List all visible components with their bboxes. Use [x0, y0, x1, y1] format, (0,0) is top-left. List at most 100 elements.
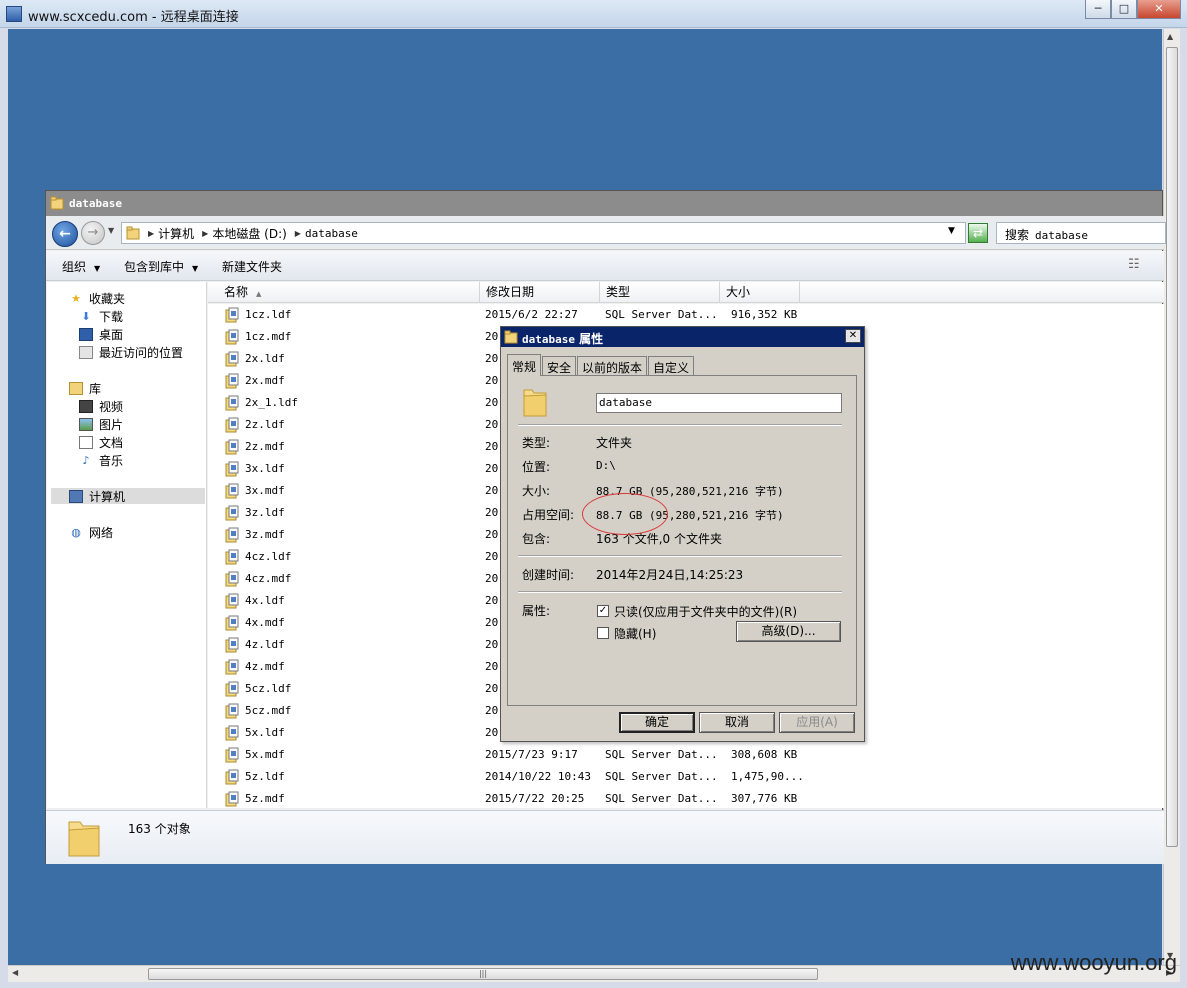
database-file-icon [225, 373, 239, 389]
cancel-button[interactable]: 取消 [699, 712, 775, 733]
database-file-icon [225, 615, 239, 631]
breadcrumb-local-disk[interactable]: 本地磁盘 (D:) [212, 225, 286, 242]
nav-favorites[interactable]: ★ 收藏夹 [69, 290, 125, 306]
nav-network[interactable]: ◍ 网络 [69, 524, 113, 540]
chevron-right-icon[interactable]: ▶ [295, 229, 301, 238]
database-file-icon [225, 791, 239, 807]
apply-button[interactable]: 应用(A) [779, 712, 855, 733]
ok-button[interactable]: 确定 [619, 712, 695, 733]
nav-libraries-label: 库 [89, 381, 102, 396]
file-name: 1cz.ldf [245, 308, 292, 321]
organize-button[interactable]: 组织 ▼ [62, 258, 100, 275]
file-row[interactable]: 1cz.ldf 2015/6/2 22:27 SQL Server Dat... 91… [208, 304, 1164, 326]
chevron-right-icon[interactable]: ▶ [202, 229, 208, 238]
column-header-type[interactable]: 类型 [600, 282, 720, 303]
hidden-checkbox[interactable] [597, 627, 609, 639]
nav-documents-label: 文档 [99, 435, 124, 450]
file-name: 5z.mdf [245, 792, 285, 805]
search-input[interactable]: 搜索 database [996, 222, 1166, 244]
database-file-icon [225, 417, 239, 433]
computer-icon [69, 489, 83, 503]
file-row[interactable]: 5z.mdf 2015/7/22 20:25 SQL Server Dat... 30… [208, 788, 1164, 808]
column-header-date[interactable]: 修改日期 [480, 282, 600, 303]
include-library-button[interactable]: 包含到库中 ▼ [124, 258, 198, 275]
search-placeholder-value: database [1035, 229, 1088, 242]
minimize-button[interactable]: ─ [1085, 0, 1111, 19]
nav-pictures[interactable]: 图片 [79, 416, 123, 432]
scroll-left-icon[interactable]: ◀ [12, 968, 18, 977]
library-icon [69, 381, 83, 395]
recent-places-icon [79, 345, 93, 359]
file-name: 5z.ldf [245, 770, 285, 783]
file-row[interactable]: 5x.mdf 2015/7/23 9:17 SQL Server Dat... 308… [208, 744, 1164, 766]
file-date: 20 [485, 528, 499, 541]
watermark: www.wooyun.org [1010, 950, 1177, 975]
file-date: 20 [485, 484, 499, 497]
view-options-icon[interactable]: ☷ [1128, 257, 1148, 273]
dialog-titlebar: database 属性 ✕ [501, 327, 864, 347]
dialog-title-suffix: 属性 [579, 332, 604, 346]
column-name-label: 名称 [224, 285, 249, 299]
database-file-icon [225, 593, 239, 609]
column-header-name[interactable]: 名称 ▲ [208, 282, 480, 303]
nav-desktop[interactable]: 桌面 [79, 326, 123, 342]
red-circle-annotation [582, 493, 668, 535]
created-value: 2014年2月24日,14:25:23 [596, 568, 744, 582]
nav-computer[interactable]: 计算机 [51, 488, 205, 504]
properties-dialog: database 属性 ✕ 常规 安全 以前的版本 自定义 database 类… [500, 326, 865, 742]
breadcrumb-database[interactable]: database [305, 227, 358, 240]
divider [518, 591, 842, 593]
nav-music-label: 音乐 [99, 453, 124, 468]
refresh-icon[interactable]: ⇄ [968, 223, 988, 243]
new-folder-button[interactable]: 新建文件夹 [222, 258, 282, 275]
vertical-scroll-thumb[interactable] [1166, 47, 1178, 847]
file-size: 916,352 KB [731, 308, 798, 321]
file-size: 1,475,90... [731, 770, 804, 783]
database-file-icon [225, 307, 239, 323]
file-type: SQL Server Dat... [605, 748, 718, 761]
nav-downloads[interactable]: ⬇ 下载 [79, 308, 123, 324]
tab-general[interactable]: 常规 [507, 354, 542, 376]
nav-music[interactable]: ♪ 音乐 [79, 452, 123, 468]
horizontal-scrollbar[interactable]: ◀ ||| ▶ [8, 965, 1180, 982]
chevron-right-icon[interactable]: ▶ [148, 229, 154, 238]
database-file-icon [225, 571, 239, 587]
sort-ascending-icon: ▲ [256, 290, 262, 298]
tab-customize[interactable]: 自定义 [648, 356, 695, 376]
file-name: 1cz.mdf [245, 330, 292, 343]
nav-videos[interactable]: 视频 [79, 398, 123, 414]
nav-libraries[interactable]: 库 [69, 380, 101, 396]
file-name: 2x_1.ldf [245, 396, 298, 409]
forward-arrow-icon[interactable]: → [81, 221, 105, 245]
file-type: SQL Server Dat... [605, 792, 718, 805]
column-header-size[interactable]: 大小 [720, 282, 800, 303]
close-button[interactable]: ✕ [1137, 0, 1181, 19]
scroll-up-icon[interactable]: ▲ [1167, 32, 1173, 41]
tab-previous-versions[interactable]: 以前的版本 [577, 356, 648, 376]
vertical-scrollbar[interactable]: ▲ ▼ [1163, 29, 1180, 965]
nav-recent[interactable]: 最近访问的位置 [79, 344, 183, 360]
horizontal-scroll-thumb[interactable]: ||| [148, 968, 818, 980]
database-file-icon [225, 527, 239, 543]
created-label: 创建时间: [522, 568, 575, 582]
file-date: 20 [485, 682, 499, 695]
restore-button[interactable]: □ [1111, 0, 1137, 19]
tab-security[interactable]: 安全 [542, 356, 577, 376]
breadcrumb-computer[interactable]: 计算机 [158, 225, 194, 242]
advanced-button[interactable]: 高级(D)... [736, 621, 841, 642]
readonly-checkbox[interactable]: ✓ [597, 605, 609, 617]
file-row[interactable]: 5z.ldf 2014/10/22 10:43 SQL Server Dat... 1… [208, 766, 1164, 788]
dialog-close-button[interactable]: ✕ [845, 329, 861, 343]
folder-name-input[interactable]: database [596, 393, 842, 413]
file-date: 20 [485, 418, 499, 431]
address-dropdown-icon[interactable]: ▼ [948, 226, 955, 236]
rdp-titlebar: www.scxcedu.com - 远程桌面连接 ─ □ ✕ [0, 0, 1187, 28]
file-name: 4x.mdf [245, 616, 285, 629]
nav-favorites-label: 收藏夹 [89, 291, 126, 306]
history-dropdown-icon[interactable]: ▼ [108, 226, 114, 235]
breadcrumb[interactable]: ▶ 计算机 ▶ 本地磁盘 (D:) ▶ database [121, 222, 966, 244]
file-name: 3x.mdf [245, 484, 285, 497]
pictures-icon [79, 417, 93, 431]
back-arrow-icon[interactable]: ← [52, 221, 78, 247]
nav-documents[interactable]: 文档 [79, 434, 123, 450]
